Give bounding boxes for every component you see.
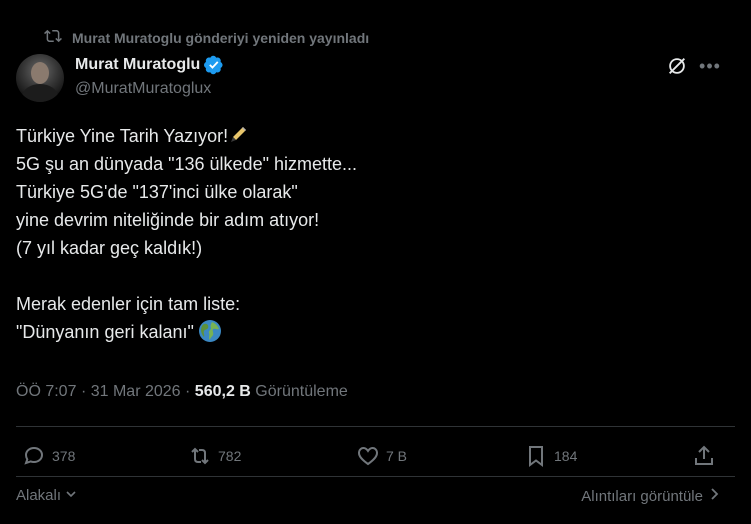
meta-separator: · [80, 383, 87, 400]
author-name-row[interactable]: Murat Muratoglu [75, 55, 224, 75]
reply-icon [24, 446, 44, 465]
bookmark-count: 184 [554, 448, 578, 464]
quotes-label: Alıntıları görüntüle [581, 487, 703, 505]
like-button[interactable]: 7 B [356, 444, 407, 468]
globe-emoji-icon [198, 319, 222, 343]
author-handle[interactable]: @MuratMuratoglux [75, 80, 211, 98]
chevron-down-icon [65, 487, 77, 504]
tweet-meta: ÖÖ 7:07 · 31 Mar 2026 · 560,2 B Görüntül… [16, 383, 348, 401]
grok-icon[interactable] [664, 53, 690, 79]
like-count: 7 B [386, 448, 408, 464]
reply-button[interactable]: 378 [22, 444, 75, 468]
repost-indicator[interactable]: Murat Muratoglu gönderiyi yeniden yayınl… [44, 27, 369, 48]
reply-count: 378 [52, 448, 76, 464]
avatar[interactable] [16, 54, 64, 102]
share-icon [695, 445, 713, 465]
repost-text: Murat Muratoglu gönderiyi yeniden yayınl… [72, 29, 370, 46]
more-icon[interactable]: ••• [696, 53, 724, 79]
action-bar: 378 782 7 B 184 [0, 444, 751, 474]
views-count: 560,2 B [194, 383, 251, 400]
verified-badge-icon[interactable] [204, 55, 224, 75]
repost-icon [191, 447, 209, 465]
tweet-line-5: (7 yıl kadar geç kaldık!) [16, 238, 203, 258]
like-icon [357, 446, 379, 466]
tweet-line-1: Türkiye Yine Tarih Yazıyor! [16, 126, 229, 146]
repost-icon [44, 27, 62, 48]
tweet-line-4: yine devrim niteliğinde bir adım atıyor! [16, 210, 320, 230]
view-quotes-link[interactable]: Alıntıları görüntüle [581, 487, 719, 505]
divider [16, 476, 735, 477]
bookmark-button[interactable]: 184 [524, 444, 577, 468]
divider [16, 426, 735, 427]
replies-header: Alakalı Alıntıları görüntüle [0, 487, 751, 509]
tweet-time[interactable]: ÖÖ 7:07 [16, 383, 76, 400]
tweet-line-7: Merak edenler için tam liste: [16, 294, 241, 314]
author-display-name[interactable]: Murat Muratoglu [75, 56, 200, 74]
repost-button[interactable]: 782 [188, 444, 241, 468]
chevron-right-icon [709, 487, 719, 505]
tweet-line-8: "Dünyanın geri kalanı" [16, 322, 194, 342]
share-button[interactable] [692, 444, 716, 468]
tweet-detail: Murat Muratoglu gönderiyi yeniden yayınl… [0, 0, 751, 524]
repost-count: 782 [218, 448, 242, 464]
pen-emoji-icon [228, 125, 248, 145]
meta-separator: · [185, 383, 191, 400]
tweet-text: Türkiye Yine Tarih Yazıyor! 5G şu an dün… [16, 122, 716, 346]
sort-dropdown[interactable]: Alakalı [16, 487, 77, 504]
views-label: Görüntüleme [255, 383, 348, 400]
tweet-line-3: Türkiye 5G'de "137'inci ülke olarak" [16, 182, 298, 202]
bookmark-icon [529, 446, 543, 467]
tweet-line-2: 5G şu an dünyada "136 ülkede" hizmette..… [16, 154, 357, 174]
tweet-date[interactable]: 31 Mar 2026 [91, 383, 181, 400]
sort-label: Alakalı [16, 487, 62, 504]
